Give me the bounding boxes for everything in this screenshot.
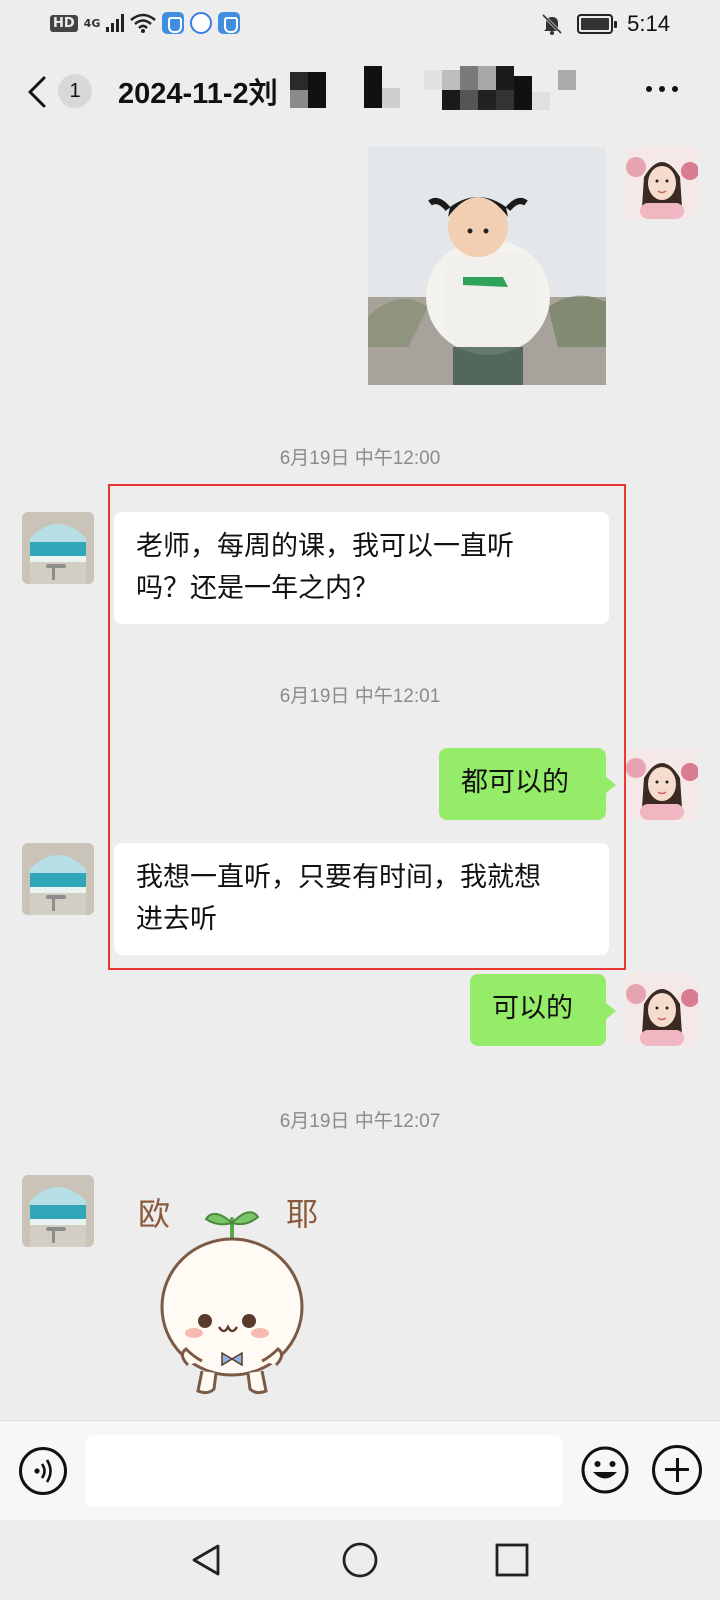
network-type-label: 4G [83,16,101,30]
hd-icon: HD [50,14,78,32]
voice-icon[interactable] [19,1447,67,1495]
battery-charging-icon [577,14,618,34]
message-input[interactable] [86,1435,562,1507]
sticker-message[interactable]: 欧 耶 [128,1185,348,1415]
voice-wave-icon [34,1459,52,1483]
system-nav-bar [0,1520,720,1600]
sticker-text-right: 耶 [286,1195,318,1233]
avatar-self[interactable] [626,974,698,1046]
message-image-outgoing[interactable] [368,147,606,385]
avatar-self[interactable] [626,147,698,219]
nav-back-icon[interactable] [186,1540,226,1580]
chat-input-bar [0,1420,720,1520]
status-time: 5:14 [627,11,670,36]
redacted-mosaic [290,66,590,112]
wifi-icon [130,13,157,33]
avatar-contact[interactable] [22,1175,94,1247]
message-bubble-outgoing[interactable]: 可以的 [470,974,616,1046]
bell-off-icon [542,13,563,35]
girl-avatar-icon [626,974,698,1046]
avatar-contact[interactable] [22,512,94,584]
more-dots-icon[interactable] [646,86,682,96]
sticker-text-left: 欧 [138,1195,170,1233]
sprout-sticker-icon: 欧 耶 [138,1195,318,1395]
photo-sticker-icon [368,147,606,385]
chat-header: 1 2024-11-2刘 [0,50,720,134]
girl-avatar-icon [626,748,698,820]
message-timestamp: 6月19日 中午12:00 [279,448,441,469]
girl-avatar-icon [626,147,698,219]
status-left: HD 4G [50,12,241,34]
message-text-line: 可以的 [492,993,573,1024]
beach-avatar-icon [22,843,94,915]
signal-icon [106,14,125,32]
shield-app-icon [162,12,185,34]
avatar-contact[interactable] [22,843,94,915]
chevron-left-icon[interactable] [24,74,52,110]
chat-title: 2024-11-2刘 [118,78,278,110]
avatar-self[interactable] [626,748,698,820]
status-bar: HD 4G 5:14 [0,0,720,50]
beach-avatar-icon [22,512,94,584]
nav-recents-icon[interactable] [492,1540,532,1580]
plus-icon[interactable] [652,1445,702,1495]
unread-count-badge[interactable]: 1 [58,74,92,108]
message-timestamp: 6月19日 中午12:07 [279,1111,441,1132]
chat-app-icon [190,12,213,34]
emoji-icon[interactable] [580,1445,630,1495]
nav-home-icon[interactable] [340,1540,380,1580]
shield-app-icon [218,12,241,34]
status-right: 5:14 [541,11,670,37]
red-highlight-box [108,484,626,970]
beach-avatar-icon [22,1175,94,1247]
